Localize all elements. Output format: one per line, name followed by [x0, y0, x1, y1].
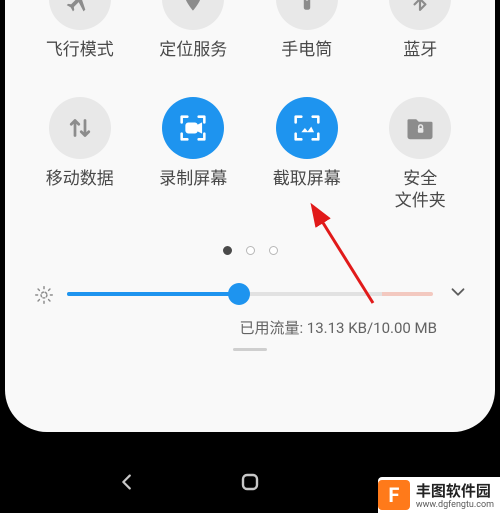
phone-frame: 飞行模式 定位服务 手电筒 蓝牙	[0, 0, 500, 513]
nav-home-button[interactable]	[220, 462, 280, 502]
location-icon	[162, 0, 224, 30]
airplane-icon	[49, 0, 111, 30]
brightness-expand-button[interactable]	[447, 281, 469, 307]
page-dot	[269, 246, 278, 255]
tile-label: 定位服务	[159, 40, 227, 61]
page-dot	[246, 246, 255, 255]
data-usage-text[interactable]: 已用流量: 13.13 KB/10.00 MB	[5, 317, 495, 338]
tile-screen-record[interactable]: 录制屏幕	[137, 97, 251, 212]
tile-secure-folder[interactable]: 安全 文件夹	[364, 97, 478, 212]
page-indicator[interactable]	[5, 246, 495, 255]
tile-label: 录制屏幕	[159, 169, 227, 190]
panel-drag-handle[interactable]	[5, 348, 495, 351]
watermark: F 丰图软件园 www.dgfengtu.com	[378, 477, 500, 513]
bluetooth-icon	[389, 0, 451, 30]
flashlight-icon	[276, 0, 338, 30]
quick-settings-panel: 飞行模式 定位服务 手电筒 蓝牙	[5, 0, 495, 432]
mobile-data-icon	[49, 97, 111, 159]
tile-mobile-data[interactable]: 移动数据	[23, 97, 137, 212]
quick-tiles-grid: 飞行模式 定位服务 手电筒 蓝牙	[5, 0, 495, 212]
screenshot-icon	[276, 97, 338, 159]
brightness-slider[interactable]	[67, 282, 433, 306]
tile-label: 飞行模式	[46, 40, 114, 61]
tile-flashlight[interactable]: 手电筒	[250, 0, 364, 61]
slider-thumb[interactable]	[228, 283, 250, 305]
watermark-title: 丰图软件园	[416, 480, 494, 501]
watermark-badge: F	[378, 480, 410, 510]
tile-label: 截取屏幕	[273, 169, 341, 190]
tile-label: 移动数据	[46, 169, 114, 190]
brightness-icon	[33, 284, 53, 304]
tile-label: 手电筒	[281, 40, 332, 61]
tile-label: 安全 文件夹	[395, 169, 446, 212]
tile-bluetooth[interactable]: 蓝牙	[364, 0, 478, 61]
nav-back-button[interactable]	[97, 462, 157, 502]
watermark-subtitle: www.dgfengtu.com	[416, 501, 494, 510]
brightness-row	[5, 281, 495, 307]
screen-record-icon	[162, 97, 224, 159]
tile-label: 蓝牙	[403, 40, 437, 61]
tile-screenshot[interactable]: 截取屏幕	[250, 97, 364, 212]
secure-folder-icon	[389, 97, 451, 159]
tile-location[interactable]: 定位服务	[137, 0, 251, 61]
slider-fill	[67, 292, 239, 296]
page-dot	[223, 246, 232, 255]
tile-airplane[interactable]: 飞行模式	[23, 0, 137, 61]
